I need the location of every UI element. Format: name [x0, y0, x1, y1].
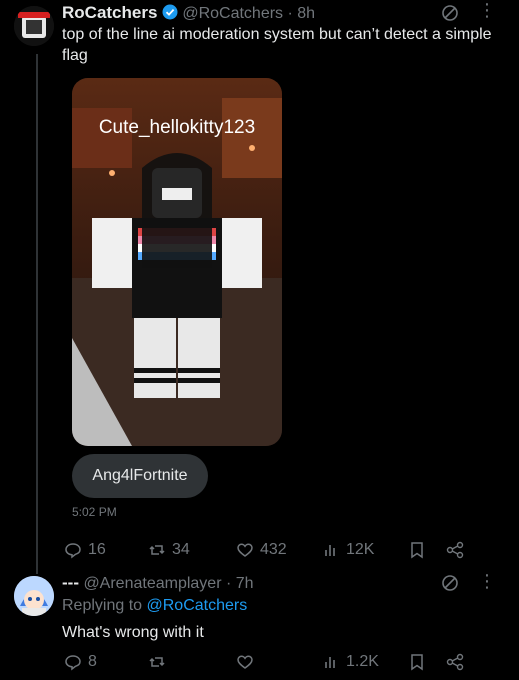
- like-button[interactable]: [236, 653, 254, 671]
- chat-bubble: Ang4lFortnite: [72, 454, 208, 498]
- grok-icon[interactable]: [441, 574, 459, 597]
- share-button[interactable]: [446, 653, 464, 671]
- repost-icon: [149, 657, 165, 667]
- more-icon[interactable]: ⋮: [478, 0, 496, 21]
- verified-icon: [162, 4, 178, 20]
- repost-button[interactable]: 34: [148, 541, 190, 559]
- reply-display-name[interactable]: ---: [62, 573, 79, 592]
- like-count: 432: [260, 541, 287, 558]
- share-icon: [446, 653, 464, 671]
- reply-button[interactable]: 8: [64, 653, 97, 671]
- post-text: top of the line ai moderation system but…: [62, 26, 492, 64]
- repost-icon: [149, 545, 165, 555]
- share-icon: [446, 541, 464, 559]
- post-timestamp: 5:02 PM: [72, 505, 117, 519]
- bookmark-icon: [411, 542, 423, 559]
- image-overlay-username: Cute_hellokitty123: [99, 117, 255, 138]
- share-button[interactable]: [446, 541, 464, 559]
- bookmark-icon: [411, 654, 423, 671]
- reply-time[interactable]: 7h: [236, 575, 254, 592]
- author-name[interactable]: RoCatchers: [62, 3, 157, 22]
- reply-icon: [65, 655, 81, 671]
- views-icon: [325, 545, 335, 556]
- bookmark-button[interactable]: [408, 653, 426, 671]
- like-icon: [237, 655, 253, 669]
- repost-count: 34: [172, 541, 190, 558]
- views-button[interactable]: 12K: [322, 541, 374, 559]
- post-header: RoCatchers @RoCatchers · 8h: [62, 3, 316, 22]
- reply-count: 8: [88, 653, 97, 670]
- view-count: 1.2K: [346, 653, 379, 670]
- views-button[interactable]: 1.2K: [322, 653, 379, 671]
- more-icon[interactable]: ⋮: [478, 571, 496, 592]
- reply-button[interactable]: 16: [64, 541, 106, 559]
- reply-icon: [65, 543, 81, 559]
- thread-line: [36, 54, 38, 574]
- like-icon: [237, 543, 253, 557]
- rocatchers-avatar[interactable]: [14, 6, 54, 46]
- reply-avatar[interactable]: [14, 576, 54, 616]
- replying-to-line: Replying to @RoCatchers: [62, 597, 247, 615]
- replying-prefix: Replying to: [62, 597, 143, 614]
- post-image[interactable]: Cute_hellokitty123: [72, 78, 282, 446]
- replying-to-handle[interactable]: @RoCatchers: [147, 597, 248, 614]
- views-icon: [325, 657, 335, 668]
- bookmark-button[interactable]: [408, 541, 426, 559]
- author-handle[interactable]: @RoCatchers: [182, 5, 283, 22]
- repost-button[interactable]: [148, 653, 166, 671]
- post-time[interactable]: 8h: [297, 5, 315, 22]
- reply-text: What's wrong with it: [62, 624, 204, 641]
- reply-count: 16: [88, 541, 106, 558]
- view-count: 12K: [346, 541, 375, 558]
- reply-handle[interactable]: @Arenateamplayer: [83, 575, 221, 592]
- reply-header: --- @Arenateamplayer · 7h: [62, 573, 254, 592]
- like-button[interactable]: 432: [236, 541, 287, 559]
